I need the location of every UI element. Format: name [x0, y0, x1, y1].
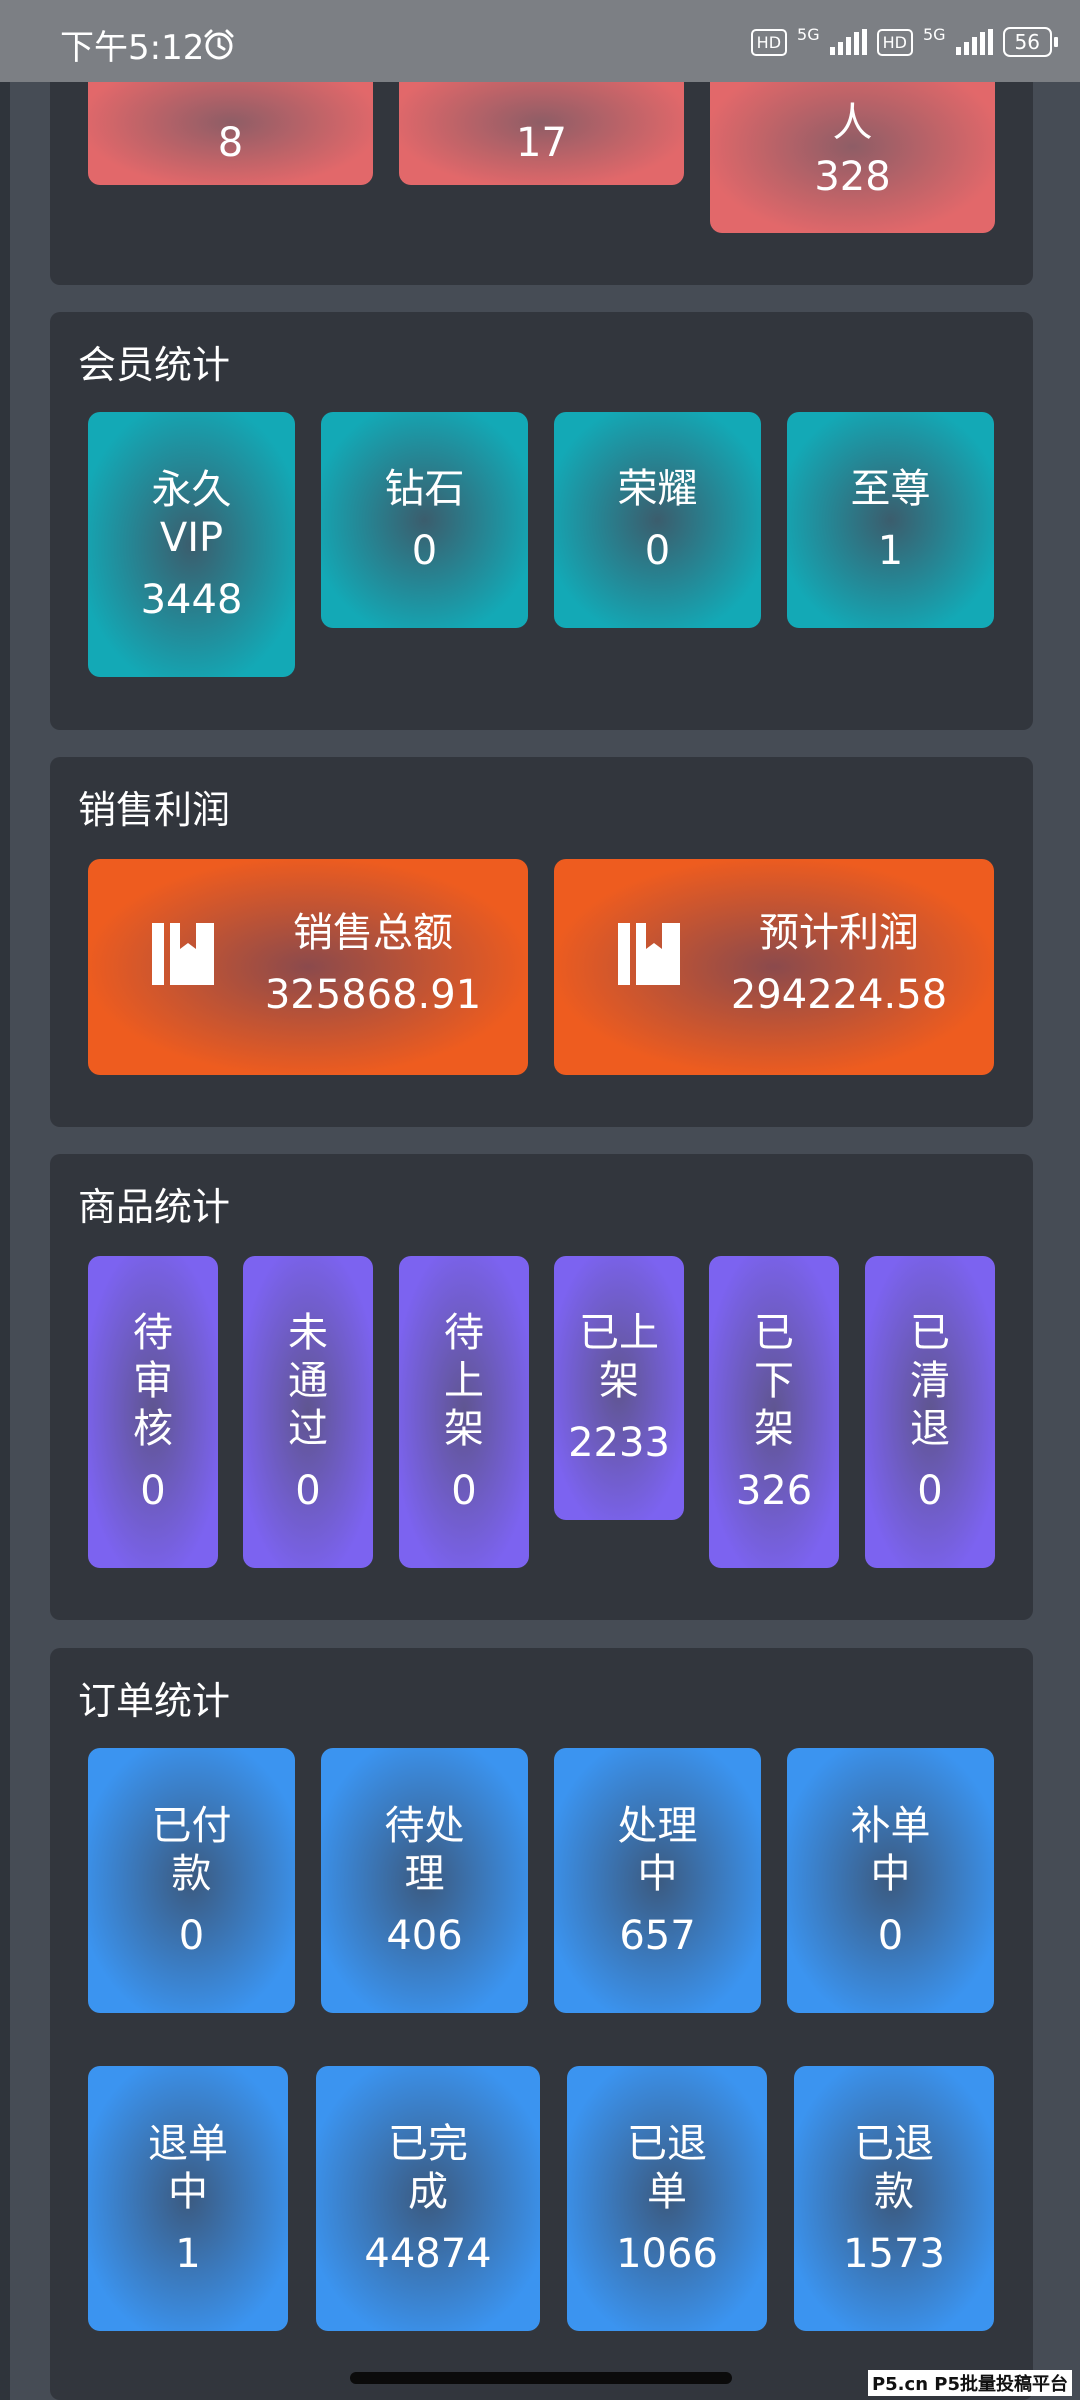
- member-card-diamond[interactable]: 钻石 0: [321, 412, 528, 628]
- order-card-pending[interactable]: 待处 理 406: [321, 1748, 528, 2013]
- product-card-pending-review[interactable]: 待 审 核 0: [88, 1256, 218, 1568]
- stat-value: 328: [814, 153, 891, 200]
- sales-profit-panel: 销售利润 销售总额 325868.91 预计利润 294224.58: [50, 757, 1033, 1127]
- left-edge: [0, 0, 10, 2400]
- stat-label: 永久 VIP: [151, 466, 232, 561]
- stat-value: 1066: [616, 2230, 718, 2277]
- stat-value: 2233: [568, 1420, 670, 1466]
- section-title: 会员统计: [78, 343, 231, 387]
- product-card-delisted[interactable]: 已 下 架 326: [709, 1256, 839, 1568]
- section-title: 销售利润: [78, 788, 231, 832]
- stat-value: 1: [877, 528, 904, 574]
- stat-value: 1573: [843, 2230, 945, 2277]
- member-stats-panel: 会员统计 永久 VIP 3448 钻石 0 荣耀 0 至尊 1: [50, 312, 1033, 730]
- product-card-listed[interactable]: 已上 架 2233: [554, 1256, 684, 1520]
- stat-value: 1: [175, 2230, 201, 2277]
- order-card-refunded[interactable]: 已退 款 1573: [794, 2066, 994, 2331]
- stat-label: 至尊: [850, 466, 931, 512]
- sales-total-text: 销售总额 325868.91: [218, 909, 528, 1019]
- hd-badge: HD: [750, 28, 788, 56]
- stat-label: 已 清 退: [910, 1310, 950, 1452]
- stat-value: 0: [411, 528, 438, 574]
- stat-label: 预计利润: [759, 910, 919, 956]
- stat-label: 退单 中: [148, 2120, 228, 2215]
- status-time: 下午5:12: [60, 28, 205, 68]
- stat-label: 已退 款: [854, 2120, 934, 2215]
- stat-label: 人: [832, 99, 873, 146]
- book-icon: [618, 923, 680, 985]
- section-title: 订单统计: [78, 1679, 231, 1723]
- battery-level: 56: [1002, 27, 1052, 57]
- stat-label: 补单 中: [850, 1802, 931, 1897]
- order-card-returned[interactable]: 已退 单 1066: [567, 2066, 767, 2331]
- stat-label: 已 下 架: [754, 1310, 794, 1452]
- stat-value: 294224.58: [730, 972, 948, 1018]
- stat-value: 657: [619, 1912, 696, 1959]
- sales-total-card[interactable]: 销售总额 325868.91: [88, 859, 528, 1075]
- hd-badge: HD: [876, 28, 913, 56]
- stat-label: 已上 架: [579, 1310, 659, 1404]
- member-card-glory[interactable]: 荣耀 0: [554, 412, 761, 628]
- top-stats-panel: 8 17 人 328: [50, 60, 1033, 285]
- stat-label: 钻石: [384, 466, 465, 512]
- stat-label: 荣耀: [617, 466, 698, 512]
- order-card-paid[interactable]: 已付 款 0: [88, 1748, 295, 2013]
- stat-value: 0: [178, 1912, 205, 1959]
- stat-label: 已付 款: [151, 1802, 232, 1897]
- book-icon: [152, 923, 214, 985]
- stat-label: 待 审 核: [133, 1310, 173, 1452]
- product-stats-panel: 商品统计 待 审 核 0 未 通 过 0 待 上 架 0 已上 架 2233 已…: [50, 1154, 1033, 1620]
- stat-value: 406: [386, 1912, 463, 1959]
- stat-value: 44874: [364, 2230, 492, 2277]
- stat-value: 17: [516, 119, 567, 166]
- watermark: P5.cn P5批量投稿平台: [867, 2370, 1072, 2396]
- stat-value: 325868.91: [264, 972, 482, 1018]
- section-title: 商品统计: [78, 1185, 231, 1229]
- stat-value: 0: [877, 1912, 904, 1959]
- stat-label: 已退 单: [627, 2120, 707, 2215]
- stat-value: 326: [735, 1468, 813, 1514]
- stat-label: 销售总额: [293, 910, 453, 956]
- status-bar: 下午5:12 HD 5G HD 5G 56: [0, 0, 1080, 82]
- stat-label: 未 通 过: [288, 1310, 328, 1452]
- signal-icon: [955, 29, 993, 55]
- member-card-supreme[interactable]: 至尊 1: [787, 412, 994, 628]
- home-indicator[interactable]: [350, 2372, 732, 2384]
- order-stats-panel: 订单统计 已付 款 0 待处 理 406 处理 中 657 补单 中 0 退单 …: [50, 1648, 1033, 2400]
- product-card-removed[interactable]: 已 清 退 0: [865, 1256, 995, 1568]
- stat-value: 0: [644, 528, 671, 574]
- signal-icon: [829, 29, 867, 55]
- alarm-icon: [204, 29, 234, 60]
- stat-label: 已完 成: [388, 2120, 468, 2215]
- estimated-profit-card[interactable]: 预计利润 294224.58: [554, 859, 994, 1075]
- product-card-pending-listing[interactable]: 待 上 架 0: [399, 1256, 529, 1568]
- stat-card[interactable]: 人 328: [710, 60, 995, 233]
- network-label: 5G: [797, 24, 820, 44]
- order-card-completed[interactable]: 已完 成 44874: [316, 2066, 540, 2331]
- stat-label: 处理 中: [617, 1802, 698, 1897]
- order-card-refunding[interactable]: 退单 中 1: [88, 2066, 288, 2331]
- stat-value: 0: [295, 1468, 321, 1514]
- stat-label: 待 上 架: [444, 1310, 484, 1452]
- status-icons: HD 5G HD 5G 56: [750, 24, 1058, 60]
- stat-value: 0: [917, 1468, 943, 1514]
- network-label: 5G: [922, 24, 946, 44]
- member-card-permanent-vip[interactable]: 永久 VIP 3448: [88, 412, 295, 677]
- battery-icon: 56: [1002, 27, 1058, 57]
- stat-value: 0: [451, 1468, 477, 1514]
- stat-value: 0: [140, 1468, 166, 1514]
- order-card-processing[interactable]: 处理 中 657: [554, 1748, 761, 2013]
- product-card-rejected[interactable]: 未 通 过 0: [243, 1256, 373, 1568]
- stat-value: 8: [217, 119, 244, 166]
- stat-label: 待处 理: [384, 1802, 465, 1897]
- order-card-reissuing[interactable]: 补单 中 0: [787, 1748, 994, 2013]
- estimated-profit-text: 预计利润 294224.58: [684, 909, 994, 1019]
- stat-value: 3448: [140, 576, 243, 623]
